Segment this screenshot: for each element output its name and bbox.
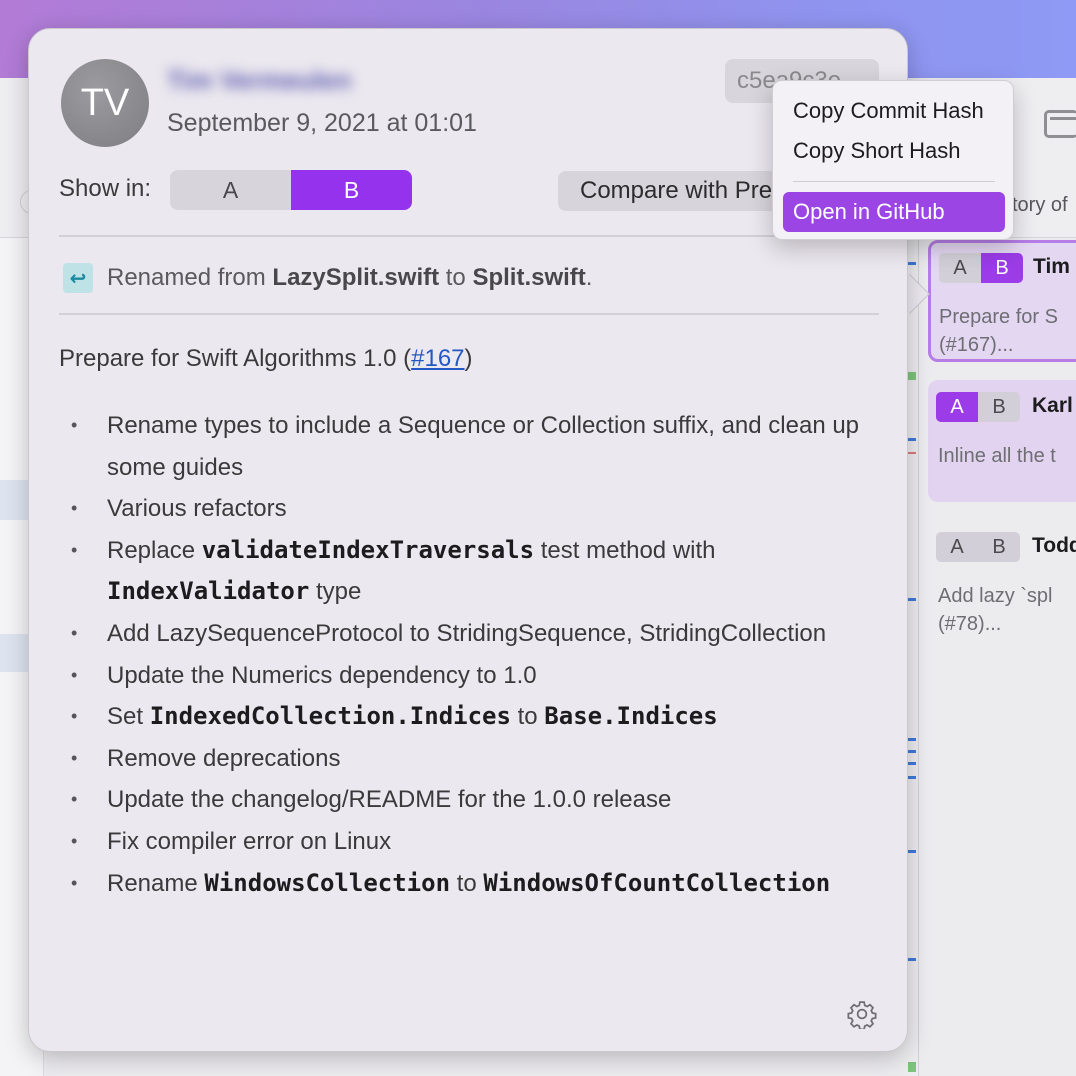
avatar: TV: [61, 59, 149, 147]
list-item: Rename WindowsCollection to WindowsOfCou…: [59, 863, 879, 905]
commit-author: Todd: [1032, 534, 1076, 557]
a-badge: A: [939, 253, 981, 283]
commit-body-list: Rename types to include a Sequence or Co…: [59, 405, 879, 904]
rename-icon: ↩: [63, 263, 93, 293]
old-filename: LazySplit.swift: [272, 264, 440, 291]
change-marker: [908, 850, 916, 853]
commit-message: Inline all the t: [938, 445, 1056, 467]
author-name: Tim Vermeulen: [167, 65, 352, 95]
context-menu: Copy Commit Hash Copy Short Hash Open in…: [772, 80, 1014, 240]
menu-separator: [793, 181, 995, 182]
change-marker: [908, 438, 916, 441]
list-item-text: Update the changelog/README for the 1.0.…: [107, 786, 672, 814]
b-badge: B: [978, 532, 1020, 562]
list-item: Replace validateIndexTraversals test met…: [59, 530, 879, 613]
list-item: Rename types to include a Sequence or Co…: [59, 405, 879, 488]
list-item-text: Set: [107, 703, 150, 731]
commit-message: Add lazy `spl (#78)...: [938, 585, 1053, 635]
left-sidebar-selection[interactable]: [0, 634, 28, 672]
history-panel: [918, 238, 1076, 1076]
change-marker: [908, 452, 916, 454]
history-commit-card[interactable]: A B Karl Inline all the t: [928, 380, 1076, 502]
change-marker: [908, 762, 916, 765]
list-item-text: Update the Numerics dependency to 1.0: [107, 661, 537, 689]
change-marker: [908, 598, 916, 601]
show-in-option-a[interactable]: A: [170, 170, 291, 210]
list-item: Remove deprecations: [59, 738, 879, 780]
a-badge: A: [936, 392, 978, 422]
history-header-label: tory of: [1012, 194, 1068, 216]
commit-date: September 9, 2021 at 01:01: [167, 109, 477, 137]
list-item: Add LazySequenceProtocol to StridingSequ…: [59, 613, 879, 655]
list-item-text: Remove deprecations: [107, 744, 341, 772]
change-marker: [908, 776, 916, 779]
change-marker: [908, 262, 916, 265]
inline-code: WindowsCollection: [204, 868, 451, 897]
show-in-option-b[interactable]: B: [291, 170, 412, 210]
inline-code: Base.Indices: [544, 702, 718, 731]
rename-notice: Renamed from LazySplit.swift to Split.sw…: [107, 264, 593, 291]
inline-code: WindowsOfCountCollection: [483, 868, 831, 897]
change-marker: [908, 1062, 916, 1072]
inline-code: IndexValidator: [107, 577, 310, 606]
divider: [59, 313, 879, 315]
inline-code: validateIndexTraversals: [201, 535, 535, 564]
new-filename: Split.swift: [472, 264, 586, 291]
list-item-text: Fix compiler error on Linux: [107, 827, 392, 855]
inline-code: IndexedCollection.Indices: [149, 702, 511, 731]
list-item-text: Replace: [107, 536, 202, 564]
list-item-text: Rename types to include a Sequence or Co…: [107, 412, 860, 481]
show-in-label: Show in:: [59, 175, 152, 202]
ab-indicator: A B: [936, 532, 1020, 562]
list-item-text: Add LazySequenceProtocol to StridingSequ…: [107, 619, 827, 647]
menu-item-open-in-github[interactable]: Open in GitHub: [783, 192, 1005, 232]
divider: [59, 235, 879, 237]
list-item: Update the changelog/README for the 1.0.…: [59, 779, 879, 821]
history-commit-card[interactable]: A B Tim Prepare for S (#167)...: [928, 240, 1076, 362]
commit-author: Tim: [1033, 255, 1070, 278]
left-sidebar-selection[interactable]: [0, 480, 28, 520]
commit-message: Prepare for S (#167)...: [939, 306, 1058, 356]
pull-request-link[interactable]: #167: [411, 345, 464, 372]
ab-indicator: A B: [936, 392, 1020, 422]
ab-indicator: A B: [939, 253, 1023, 283]
list-item: Fix compiler error on Linux: [59, 821, 879, 863]
list-item: Various refactors: [59, 488, 879, 530]
commit-author: Karl: [1032, 394, 1073, 417]
change-marker: [908, 372, 916, 380]
menu-item-copy-commit-hash[interactable]: Copy Commit Hash: [783, 91, 1005, 131]
menu-item-copy-short-hash[interactable]: Copy Short Hash: [783, 131, 1005, 171]
b-badge: B: [981, 253, 1023, 283]
list-item: Set IndexedCollection.Indices to Base.In…: [59, 696, 879, 738]
list-item-text: Rename: [107, 869, 205, 897]
list-item-text: test method with: [534, 536, 716, 564]
list-item-text: type: [309, 578, 362, 606]
a-badge: A: [936, 532, 978, 562]
gear-icon[interactable]: [847, 999, 877, 1029]
list-item: Update the Numerics dependency to 1.0: [59, 655, 879, 697]
change-marker: [908, 750, 916, 753]
list-item-text: Various refactors: [107, 495, 287, 523]
change-marker: [908, 738, 916, 741]
change-marker: [908, 958, 916, 961]
list-item-text: to: [510, 703, 545, 731]
sidebar-toggle-icon[interactable]: [1044, 110, 1076, 138]
show-in-segmented-control: A B: [170, 170, 412, 210]
history-commit-card[interactable]: A B Todd Add lazy `spl (#78)...: [928, 520, 1076, 642]
b-badge: B: [978, 392, 1020, 422]
commit-summary: Prepare for Swift Algorithms 1.0 (#167): [59, 345, 473, 372]
list-item-text: to: [450, 869, 484, 897]
